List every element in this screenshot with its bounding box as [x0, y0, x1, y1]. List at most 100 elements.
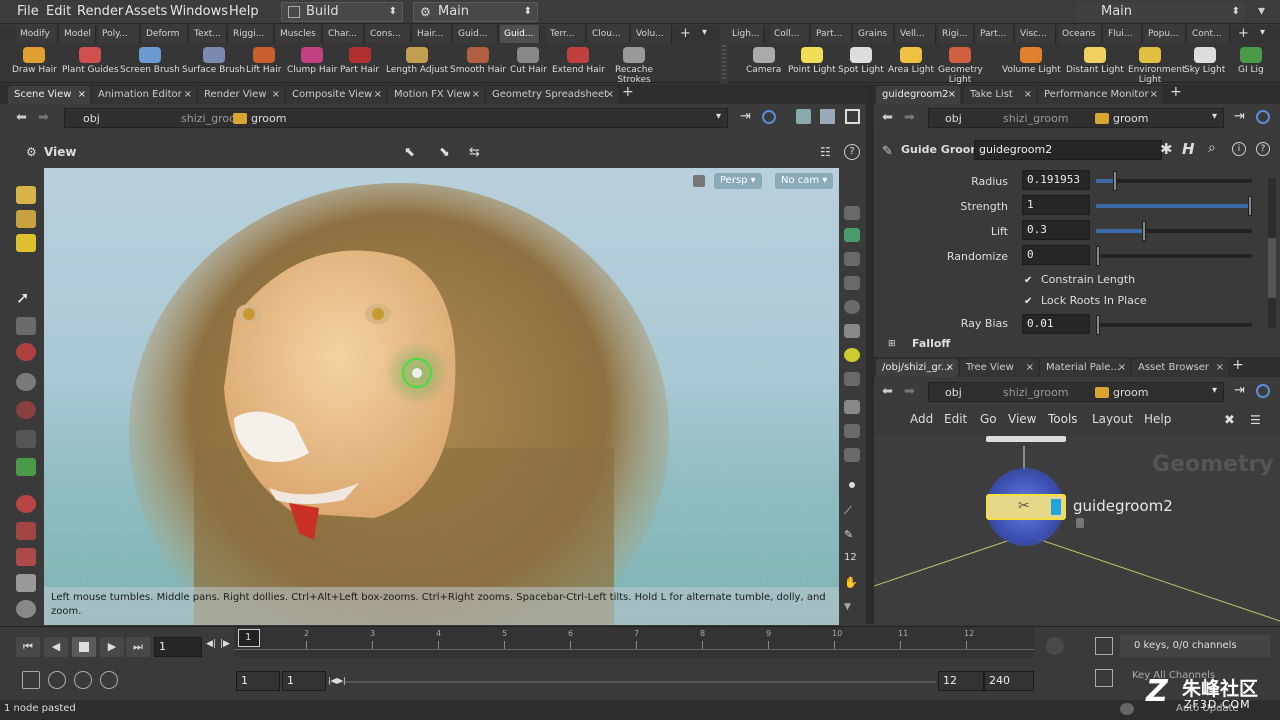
close-icon[interactable]: × [78, 86, 86, 103]
shelf-tool-button[interactable]: Area Light [888, 47, 934, 75]
shelf-tool-button[interactable]: Plant Guides [62, 47, 119, 75]
shelf-tab[interactable]: Popu... [1144, 25, 1186, 43]
stamp-icon[interactable] [16, 574, 36, 592]
param-slider[interactable] [1096, 196, 1252, 216]
path-groom[interactable]: groom [1107, 383, 1148, 403]
constrain-length-toggle[interactable]: ✔ Constrain Length [1024, 273, 1135, 287]
persp-dropdown[interactable]: Persp ▾ [714, 173, 762, 189]
shelf-tool-button[interactable]: Screen Brush [120, 47, 180, 75]
scene-path-field[interactable]: obj shizi_groom groom ▾ [64, 108, 728, 128]
shelf-tab[interactable]: Part... [976, 25, 1014, 43]
forward-arrow-icon[interactable]: ➡ [904, 384, 915, 399]
pane-tab[interactable]: Motion FX View × [388, 86, 484, 104]
hand-icon[interactable]: ✋ [844, 576, 860, 590]
shelf-tool-button[interactable]: Cut Hair [510, 47, 547, 75]
tab-menu-icon[interactable]: ▾ [1260, 27, 1265, 38]
guidegroom-node[interactable]: ✂ [986, 494, 1066, 520]
frame-field[interactable]: 1 [154, 637, 202, 657]
close-icon[interactable]: × [1150, 86, 1158, 103]
clock-icon[interactable] [100, 671, 118, 689]
cam-dropdown[interactable]: No cam ▾ [775, 173, 834, 189]
shelf-tool-button[interactable]: Volume Light [1002, 47, 1061, 75]
lock-cam-icon[interactable] [844, 252, 860, 266]
add-tab-icon[interactable]: + [622, 84, 634, 100]
link-icon[interactable] [762, 110, 776, 124]
sphere-icon[interactable] [16, 373, 36, 391]
play-icon[interactable]: ▶ [100, 637, 124, 657]
viewport-lock-icon[interactable] [693, 175, 705, 187]
shelf-tab[interactable]: Terr... [546, 25, 586, 43]
help-icon[interactable]: ? [1256, 142, 1270, 156]
light-icon[interactable] [844, 348, 860, 362]
shelf-tool-button[interactable]: Sky Light [1184, 47, 1225, 75]
shelf-tab[interactable]: Visc... [1016, 25, 1056, 43]
param-path-field[interactable]: obj shizi_groom groom ▾ [928, 108, 1224, 128]
pane-tab[interactable]: Take List × [964, 86, 1036, 104]
start-frame2-field[interactable]: 1 [282, 671, 326, 691]
scroll-down-icon[interactable]: ▼ [844, 602, 860, 616]
display-icon[interactable] [844, 206, 860, 220]
close-icon[interactable]: × [1216, 359, 1224, 376]
auto-key-icon[interactable] [1095, 669, 1113, 687]
end-frame-field[interactable]: 12 [938, 671, 984, 691]
help-h-icon[interactable]: H [1182, 140, 1195, 158]
shelf-tool-button[interactable]: Camera [746, 47, 781, 75]
shelf-tab[interactable]: Muscles [276, 25, 322, 43]
pane-tab[interactable]: Animation Editor × [92, 86, 196, 104]
network-path-field[interactable]: obj shizi_groom groom ▾ [928, 382, 1224, 402]
wire-icon[interactable] [844, 228, 860, 242]
shelf-tab[interactable]: Model [60, 25, 96, 43]
shelf-tool-button[interactable]: Point Light [788, 47, 836, 75]
shelf-tool-button[interactable]: Geometry Light [938, 47, 983, 85]
link-icon[interactable] [1256, 384, 1270, 398]
lock-icon[interactable] [16, 317, 36, 335]
close-icon[interactable]: × [272, 86, 280, 103]
shelf-tab[interactable]: Guid... [500, 25, 540, 43]
chevron-down-icon[interactable]: ▾ [1212, 111, 1217, 122]
path-obj[interactable]: obj [939, 383, 962, 403]
pose-icon[interactable] [16, 401, 36, 419]
back-arrow-icon[interactable]: ⬅ [882, 110, 893, 125]
pane-tab[interactable]: Material Pale... × [1040, 359, 1130, 377]
handle-red-icon[interactable] [16, 522, 36, 540]
pane-tab[interactable]: Scene View × [8, 86, 90, 104]
shapes-icon[interactable] [820, 109, 835, 124]
clamp-icon[interactable] [16, 548, 36, 566]
shelf-tool-button[interactable]: GI Lig [1238, 47, 1264, 75]
geometry-icon[interactable] [844, 448, 860, 462]
camera-icon[interactable] [844, 372, 860, 386]
shelf-tab[interactable]: Riggi... [229, 25, 274, 43]
pin-icon[interactable]: ⇥ [740, 109, 751, 124]
bone-icon[interactable] [16, 430, 36, 448]
shelf-tab[interactable]: Poly... [98, 25, 140, 43]
close-icon[interactable]: × [472, 86, 480, 103]
brush-tool-icon[interactable] [16, 210, 36, 228]
close-icon[interactable]: × [946, 359, 954, 376]
record-icon[interactable] [16, 495, 36, 513]
view-menu-icon[interactable]: ⚙ [26, 145, 37, 159]
pointer-icon[interactable]: ➚ [16, 288, 36, 307]
paint-tool-icon[interactable] [16, 186, 36, 204]
pane-tab[interactable]: /obj/shizi_gr... × [876, 359, 958, 377]
play-back-icon[interactable]: ◀ [44, 637, 68, 657]
menu-windows[interactable]: Windows [170, 4, 228, 19]
shelf-tab[interactable]: Char... [324, 25, 364, 43]
param-scroll-thumb[interactable] [1268, 238, 1276, 298]
magnet-icon[interactable] [16, 343, 36, 361]
param-field[interactable]: 1 [1022, 195, 1090, 215]
slider-handle[interactable] [1096, 246, 1100, 266]
close-icon[interactable]: × [374, 86, 382, 103]
shelf-tab[interactable]: Cons... [366, 25, 411, 43]
desktop-dropdown[interactable]: Build ⬍ [281, 2, 403, 22]
tab-menu-icon[interactable]: ▾ [702, 27, 707, 38]
path-obj[interactable]: obj [77, 109, 100, 129]
x-ray-icon[interactable] [844, 276, 860, 290]
shelf-tab[interactable]: Volu... [632, 25, 672, 43]
select-arrow-icon[interactable]: ⬉ [404, 145, 415, 160]
jump-end-icon[interactable]: ⏭ [126, 637, 150, 657]
visualize-icon[interactable] [844, 424, 860, 438]
chevron-down-icon[interactable]: ▾ [716, 111, 721, 122]
select-tool-icon[interactable] [16, 234, 36, 252]
pane-tab[interactable]: Performance Monitor × [1038, 86, 1162, 104]
menu-help[interactable]: Help [229, 4, 259, 19]
